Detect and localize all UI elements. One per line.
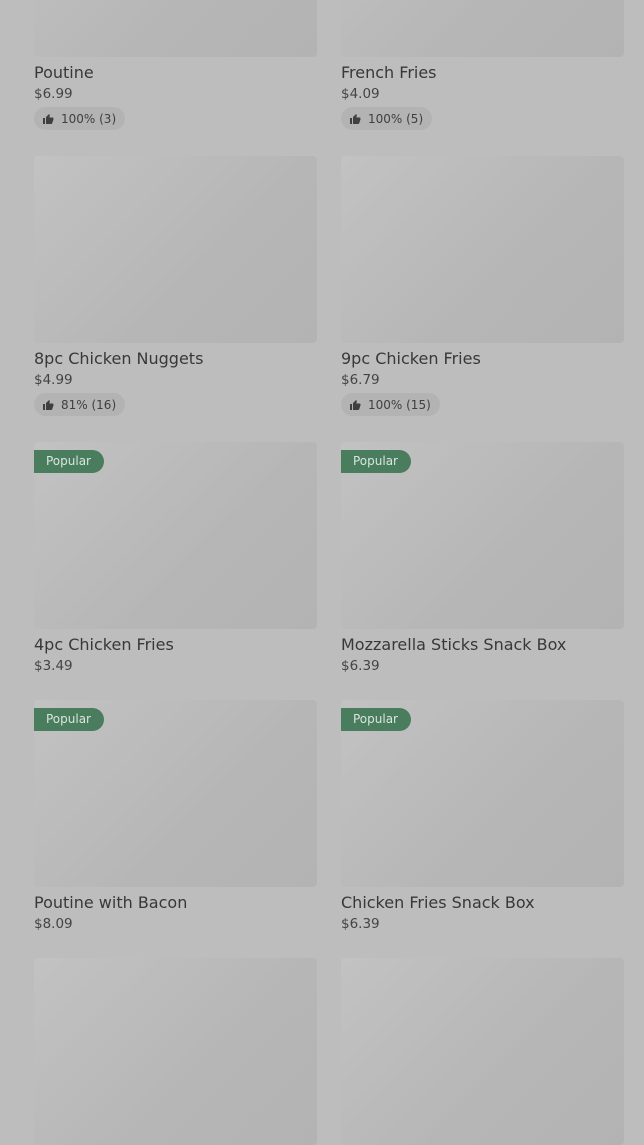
popular-badge: Popular	[341, 450, 411, 473]
popular-badge: Popular	[341, 708, 411, 731]
rating-text: 100% (15)	[368, 397, 431, 412]
menu-item-grid: Poutine $6.99 100% (3) French Fries $4.0…	[0, 0, 644, 1145]
rating-text: 100% (5)	[368, 111, 424, 126]
menu-item-image	[34, 958, 317, 1145]
menu-item-image	[341, 0, 624, 57]
thumbs-up-icon	[43, 113, 54, 124]
menu-item-card[interactable]: Popular Chicken Fries Snack Box $6.39	[341, 700, 624, 933]
menu-item-card[interactable]: Popular 4pc Chicken Fries $3.49	[34, 442, 317, 675]
thumbs-up-icon	[350, 113, 361, 124]
menu-item-price: $6.99	[34, 86, 73, 102]
rating-chip: 100% (15)	[341, 393, 440, 416]
menu-item-image: Popular	[341, 442, 624, 629]
menu-item-price: $3.49	[34, 658, 73, 674]
menu-item-card[interactable]	[34, 958, 317, 1145]
menu-item-price: $4.09	[341, 86, 380, 102]
menu-item-card[interactable]: 9pc Chicken Fries $6.79 100% (15)	[341, 156, 624, 416]
menu-item-name: 8pc Chicken Nuggets	[34, 349, 204, 368]
menu-item-image	[34, 0, 317, 57]
rating-chip: 100% (3)	[34, 107, 126, 130]
menu-item-price: $6.39	[341, 658, 380, 674]
menu-item-image	[341, 156, 624, 343]
menu-item-card[interactable]: Poutine $6.99 100% (3)	[34, 0, 317, 130]
menu-item-name: Mozzarella Sticks Snack Box	[341, 635, 567, 654]
menu-item-name: 4pc Chicken Fries	[34, 635, 174, 654]
rating-text: 100% (3)	[61, 111, 117, 126]
menu-item-image: Popular	[341, 700, 624, 887]
menu-item-price: $4.99	[34, 372, 73, 388]
thumbs-up-icon	[43, 399, 54, 410]
menu-item-card[interactable]: 8pc Chicken Nuggets $4.99 81% (16)	[34, 156, 317, 416]
menu-item-card[interactable]: Popular Poutine with Bacon $8.09	[34, 700, 317, 933]
menu-item-card[interactable]	[341, 958, 624, 1145]
rating-chip: 81% (16)	[34, 393, 126, 416]
menu-item-price: $6.39	[341, 916, 380, 932]
menu-item-image: Popular	[34, 700, 317, 887]
menu-item-price: $8.09	[34, 916, 73, 932]
rating-text: 81% (16)	[61, 397, 117, 412]
thumbs-up-icon	[350, 399, 361, 410]
menu-item-name: Chicken Fries Snack Box	[341, 893, 535, 912]
menu-item-name: Poutine	[34, 63, 94, 82]
menu-item-name: 9pc Chicken Fries	[341, 349, 481, 368]
menu-item-image	[34, 156, 317, 343]
menu-item-image	[341, 958, 624, 1145]
rating-chip: 100% (5)	[341, 107, 433, 130]
menu-item-card[interactable]: Popular Mozzarella Sticks Snack Box $6.3…	[341, 442, 624, 675]
menu-item-image: Popular	[34, 442, 317, 629]
menu-item-name: French Fries	[341, 63, 437, 82]
menu-item-name: Poutine with Bacon	[34, 893, 188, 912]
popular-badge: Popular	[34, 708, 104, 731]
menu-item-card[interactable]: French Fries $4.09 100% (5)	[341, 0, 624, 130]
popular-badge: Popular	[34, 450, 104, 473]
menu-item-price: $6.79	[341, 372, 380, 388]
